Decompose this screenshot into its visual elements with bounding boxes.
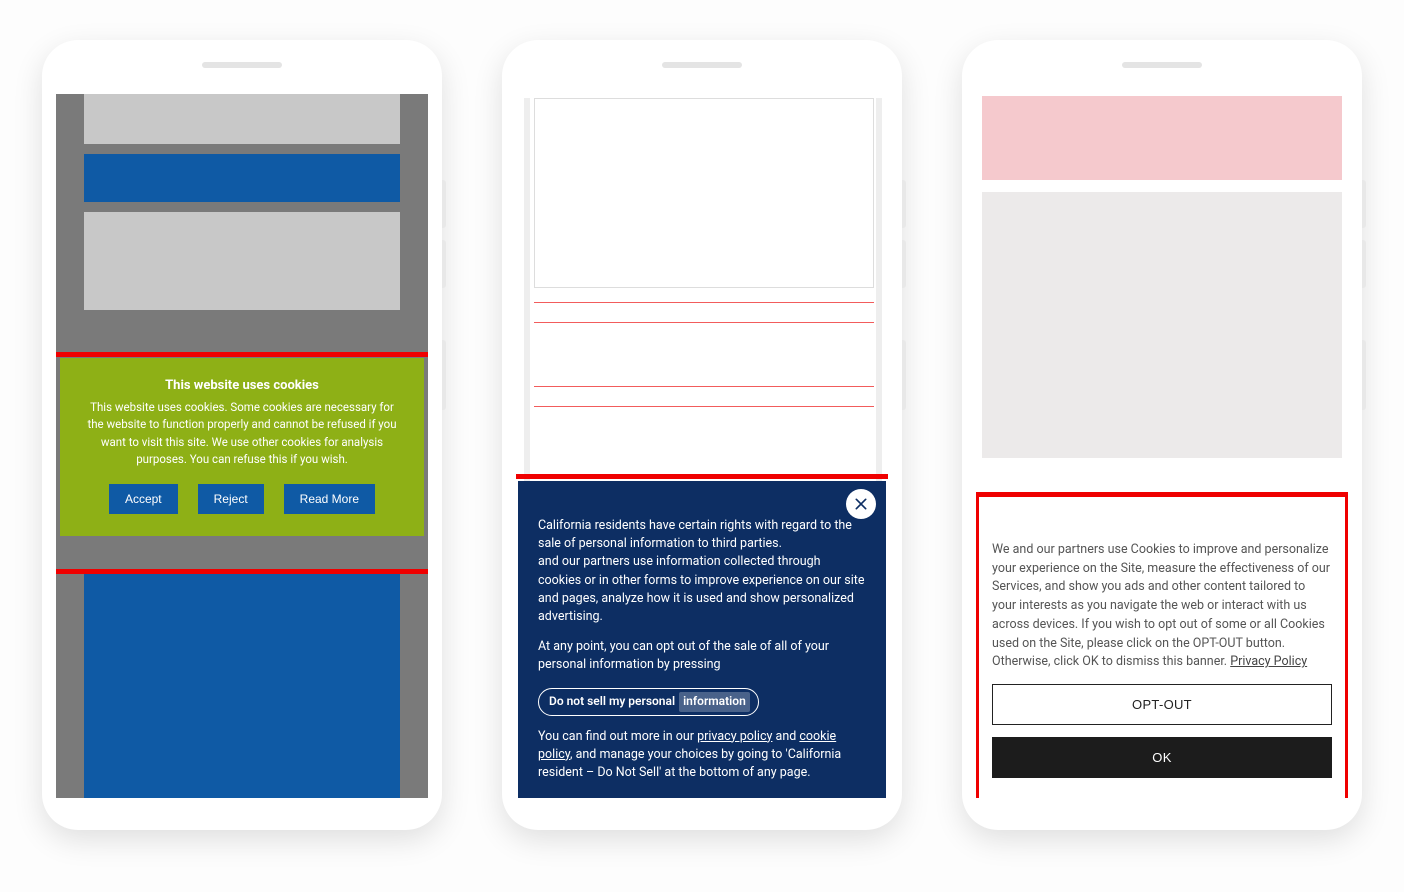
close-icon [853,496,869,512]
screen-3: We and our partners use Cookies to impro… [976,94,1348,798]
speaker-icon [202,62,282,68]
reject-button[interactable]: Reject [198,484,264,514]
text-part: You can find out more in our [538,729,697,744]
placeholder-block [534,98,874,288]
text-part: and [772,729,799,744]
text-part: We and our partners use Cookies to impro… [992,542,1330,670]
placeholder-block [982,96,1342,180]
cookie-body-text: This website uses cookies. Some cookies … [82,399,402,468]
phone-mockup-3: We and our partners use Cookies to impro… [962,40,1362,830]
screen-1: This website uses cookies This website u… [56,94,428,798]
placeholder-block [84,94,400,144]
phone-mockup-2: California residents have certain rights… [502,40,902,830]
privacy-policy-link[interactable]: Privacy Policy [1230,654,1307,669]
privacy-policy-link[interactable]: privacy policy [697,729,772,744]
opt-out-button[interactable]: OPT-OUT [992,684,1332,725]
cookie-body-text: At any point, you can opt out of the sal… [538,638,866,674]
divider-line [534,322,874,323]
cookie-body-text: You can find out more in our privacy pol… [538,728,866,782]
close-button[interactable] [846,489,876,519]
ok-button[interactable]: OK [992,737,1332,778]
side-button-icon [902,240,906,288]
screen-2: California residents have certain rights… [516,94,888,798]
side-button-icon [442,340,446,410]
cookie-banner-1: This website uses cookies This website u… [60,358,424,536]
divider-line [534,406,874,407]
read-more-button[interactable]: Read More [284,484,375,514]
dns-label: Do not sell my personal [549,693,675,710]
speaker-icon [662,62,742,68]
accept-button[interactable]: Accept [109,484,178,514]
side-button-icon [1362,180,1366,228]
cookie-banner-2: California residents have certain rights… [518,481,886,798]
button-row: Accept Reject Read More [82,484,402,514]
phone-mockup-1: This website uses cookies This website u… [42,40,442,830]
side-button-icon [442,180,446,228]
cookie-banner-3: We and our partners use Cookies to impro… [984,529,1340,790]
text-part: , and manage your choices by going to 'C… [538,747,841,780]
do-not-sell-button[interactable]: Do not sell my personal information [538,688,759,715]
side-button-icon [442,240,446,288]
placeholder-block [982,192,1342,458]
cookie-title: This website uses cookies [82,378,402,393]
text-part: and our partners use information collect… [538,554,864,623]
side-button-icon [902,180,906,228]
divider-line [534,302,874,303]
side-button-icon [1362,240,1366,288]
side-button-icon [902,340,906,410]
cookie-body-text: California residents have certain rights… [538,517,866,626]
dns-info-label: information [679,692,750,711]
placeholder-block [84,212,400,310]
divider-line [534,386,874,387]
text-part: California residents have certain rights… [538,518,852,551]
placeholder-block [84,572,400,798]
placeholder-block [84,154,400,202]
speaker-icon [1122,62,1202,68]
cookie-body-text: We and our partners use Cookies to impro… [992,541,1332,672]
side-button-icon [1362,340,1366,410]
